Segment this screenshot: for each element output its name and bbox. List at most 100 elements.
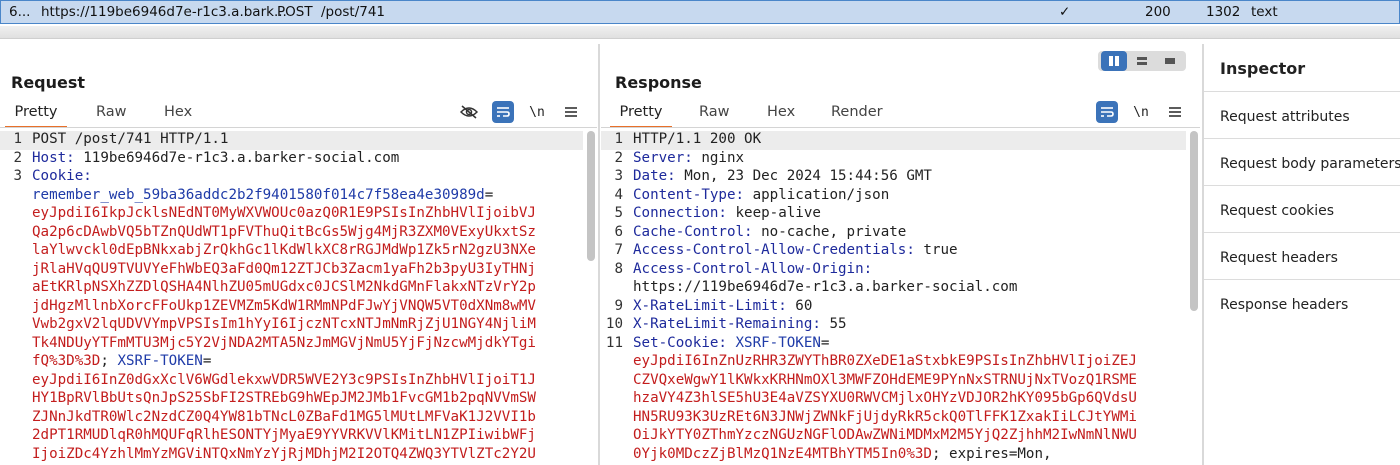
newline-toggle-icon[interactable]: \n xyxy=(1130,101,1152,123)
code-token: Mon, 23 Dec 2024 15:44:56 GMT xyxy=(684,168,932,184)
line-number: 2 xyxy=(13,149,22,166)
newline-toggle-icon[interactable]: \n xyxy=(526,101,548,123)
code-line: eyJpdiI6InZ0dGxXclV6WGdlekxwVDR5WVE2Y3c9… xyxy=(0,372,583,391)
code-line: laYlwvckl0dEpBNkxabjZrQkhGc1lKdWlkXC8rRG… xyxy=(0,242,583,261)
code-token: X-RateLimit-Remaining: xyxy=(633,316,830,332)
inspector-item-label: Request attributes xyxy=(1220,109,1350,125)
line-text: eyJpdiI6InZ0dGxXclV6WGdlekxwVDR5WVE2Y3c9… xyxy=(32,372,536,388)
inspector-request-body-parameters[interactable]: Request body parameters xyxy=(1204,138,1400,186)
code-token: = xyxy=(202,353,212,369)
tabs-underline xyxy=(601,127,1200,128)
layout-stacked-icon[interactable] xyxy=(1129,51,1155,71)
splitter-handle[interactable] xyxy=(0,26,1400,39)
code-line: 1 HTTP/1.1 200 OK xyxy=(601,131,1186,150)
wrap-lines-icon[interactable] xyxy=(1096,101,1118,123)
response-tab-hex[interactable]: Hex xyxy=(767,103,795,126)
request-tab-pretty[interactable]: Pretty xyxy=(5,103,67,128)
code-line: Vwb2gxV2lqUDVVYmpVPSIsIm1hYyI6IjczNTcxNT… xyxy=(0,316,583,335)
code-token: Server: xyxy=(633,149,702,166)
code-line: 11 Set-Cookie: XSRF-TOKEN= xyxy=(601,335,1186,354)
response-tab-render[interactable]: Render xyxy=(831,103,883,126)
layout-tabs-icon[interactable] xyxy=(1157,51,1183,71)
code-token: XSRF-TOKEN xyxy=(117,353,203,369)
request-pane: Request Pretty Raw Hex \n 1 POST /post/74… xyxy=(0,44,597,465)
wrap-lines-icon[interactable] xyxy=(492,101,514,123)
inspector-request-attributes[interactable]: Request attributes xyxy=(1204,91,1400,139)
code-line: 6 Cache-Control: no-cache, private xyxy=(601,224,1186,243)
inspector-panel: Inspector Request attributes Request bod… xyxy=(1204,44,1400,465)
response-editor[interactable]: 1 HTTP/1.1 200 OK 2 Server: nginx 3 Date: Mon… xyxy=(601,131,1186,465)
code-token: hzaVY4Z3hlSE5hU3E4aVZSYXU0RWVCMjlxOHYzVD… xyxy=(633,390,1137,406)
history-status: 200 xyxy=(1145,4,1171,20)
line-text: HTTP/1.1 200 OK xyxy=(633,131,761,147)
code-line: 5 Connection: keep-alive xyxy=(601,205,1186,224)
code-line: remember_web_59ba36addc2b2f9401580f014c7… xyxy=(0,187,583,206)
line-number: 3 xyxy=(13,168,22,184)
code-token: Host: xyxy=(32,149,84,166)
line-text: X-RateLimit-Remaining: 55 xyxy=(633,316,847,332)
code-line: 9 X-RateLimit-Limit: 60 xyxy=(601,298,1186,317)
response-scrollbar[interactable] xyxy=(1190,131,1198,465)
code-token: POST /post/741 HTTP/1.1 xyxy=(32,131,229,147)
code-line: 3 Date: Mon, 23 Dec 2024 15:44:56 GMT xyxy=(601,168,1186,187)
hide-eye-icon[interactable] xyxy=(458,101,480,123)
code-line: IjoiZDc4YzhlMmYzMGViNTQxNmYzYjRjMDhjM2I2… xyxy=(0,446,583,465)
line-text: Cookie: xyxy=(32,168,92,184)
inspector-title: Inspector xyxy=(1220,59,1306,78)
history-row-selected[interactable]: 6... https://119be6946d7e-r1c3.a.bark...… xyxy=(0,0,1400,24)
code-token: eyJpdiI6IkpJcklsNEdNT0MyWXVWOUc0azQ0R1E9… xyxy=(32,205,536,221)
history-check-icon: ✓ xyxy=(1059,4,1071,20)
inspector-item-label: Request headers xyxy=(1220,250,1338,266)
response-tab-pretty[interactable]: Pretty xyxy=(610,103,672,128)
inspector-request-cookies[interactable]: Request cookies xyxy=(1204,185,1400,233)
code-line: HN5RU93K3UzREt6N3JNWjZWNkFjUjdyRkR5ckQ0T… xyxy=(601,409,1186,428)
response-tab-raw[interactable]: Raw xyxy=(699,103,730,126)
code-line: Tk4NDUyYTFmMTU3Mjc5Y2VjNDA2MTA5NzJmMGVjN… xyxy=(0,335,583,354)
request-tab-hex[interactable]: Hex xyxy=(164,103,192,126)
layout-side-by-side-icon[interactable] xyxy=(1101,51,1127,71)
layout-view-toggle xyxy=(1098,51,1186,71)
response-scrollbar-thumb[interactable] xyxy=(1190,131,1198,311)
code-token: Access-Control-Allow-Credentials: xyxy=(633,242,924,258)
request-scrollbar[interactable] xyxy=(587,131,595,465)
line-text: Date: Mon, 23 Dec 2024 15:44:56 GMT xyxy=(633,168,932,184)
line-text: jRlaHVqQU9TVUVYeFhWbEQ3aFd0Qm12ZTJCb3Zac… xyxy=(32,261,536,277)
code-token: OiJkYTY0ZThmYzczNGUzNGFlODAwZWNiMDMxM2M5… xyxy=(633,427,1137,443)
line-text: X-RateLimit-Limit: 60 xyxy=(633,298,812,314)
line-text: ZJNnJkdTR0Wlc2NzdCZ0Q4YW81bTNcL0ZBaFd1MG… xyxy=(32,409,536,425)
code-token: = xyxy=(820,334,830,351)
line-text: laYlwvckl0dEpBNkxabjZrQkhGc1lKdWlkXC8rRG… xyxy=(32,242,536,258)
line-number: 1 xyxy=(13,131,22,147)
line-text: Vwb2gxV2lqUDVVYmpVPSIsIm1hYyI6IjczNTcxNT… xyxy=(32,316,536,332)
menu-icon[interactable] xyxy=(560,101,582,123)
code-token: true xyxy=(923,242,958,258)
line-text: Access-Control-Allow-Credentials: true xyxy=(633,242,958,258)
code-token: X-RateLimit-Limit: xyxy=(633,297,796,314)
request-editor[interactable]: 1 POST /post/741 HTTP/1.1 2 Host: 119be6946… xyxy=(0,131,583,465)
code-line: eyJpdiI6InZnUzRHR3ZWYThBR0ZXeDE1aStxbkE9… xyxy=(601,353,1186,372)
code-line: Qa2p6cDAwbVQ5bTZnQUdWT1pFVThuQitBcGs5Wjg… xyxy=(0,224,583,243)
code-token: https://119be6946d7e-r1c3.a.barker-socia… xyxy=(633,279,1018,295)
request-tab-raw[interactable]: Raw xyxy=(96,103,127,126)
line-text: aEtKRlpNSXhZZDlQSHA4NlhZU05mUGdxc0JCSlM2… xyxy=(32,279,536,295)
line-text: fQ%3D%3D; XSRF-TOKEN= xyxy=(32,353,211,369)
line-number: 11 xyxy=(605,334,623,351)
request-scrollbar-thumb[interactable] xyxy=(587,131,595,261)
pane-divider[interactable] xyxy=(598,44,600,465)
code-token: XSRF-TOKEN xyxy=(735,334,821,351)
line-text: hzaVY4Z3hlSE5hU3E4aVZSYXU0RWVCMjlxOHYzVD… xyxy=(633,390,1137,406)
code-token: Cache-Control: xyxy=(633,223,762,240)
line-number: 10 xyxy=(605,316,623,332)
line-number: 9 xyxy=(614,297,623,314)
code-line: 1 POST /post/741 HTTP/1.1 xyxy=(0,131,583,150)
line-number: 8 xyxy=(614,260,623,277)
inspector-response-headers[interactable]: Response headers xyxy=(1204,279,1400,327)
line-text: Tk4NDUyYTFmMTU3Mjc5Y2VjNDA2MTA5NzJmMGVjN… xyxy=(32,335,536,351)
code-line: 4 Content-Type: application/json xyxy=(601,187,1186,206)
code-line: 2 Host: 119be6946d7e-r1c3.a.barker-social… xyxy=(0,150,583,169)
line-text: remember_web_59ba36addc2b2f9401580f014c7… xyxy=(32,187,493,203)
inspector-request-headers[interactable]: Request headers xyxy=(1204,232,1400,280)
code-token: Vwb2gxV2lqUDVVYmpVPSIsIm1hYyI6IjczNTcxNT… xyxy=(32,316,536,332)
menu-icon[interactable] xyxy=(1164,101,1186,123)
line-text: Host: 119be6946d7e-r1c3.a.barker-social.… xyxy=(32,150,399,166)
